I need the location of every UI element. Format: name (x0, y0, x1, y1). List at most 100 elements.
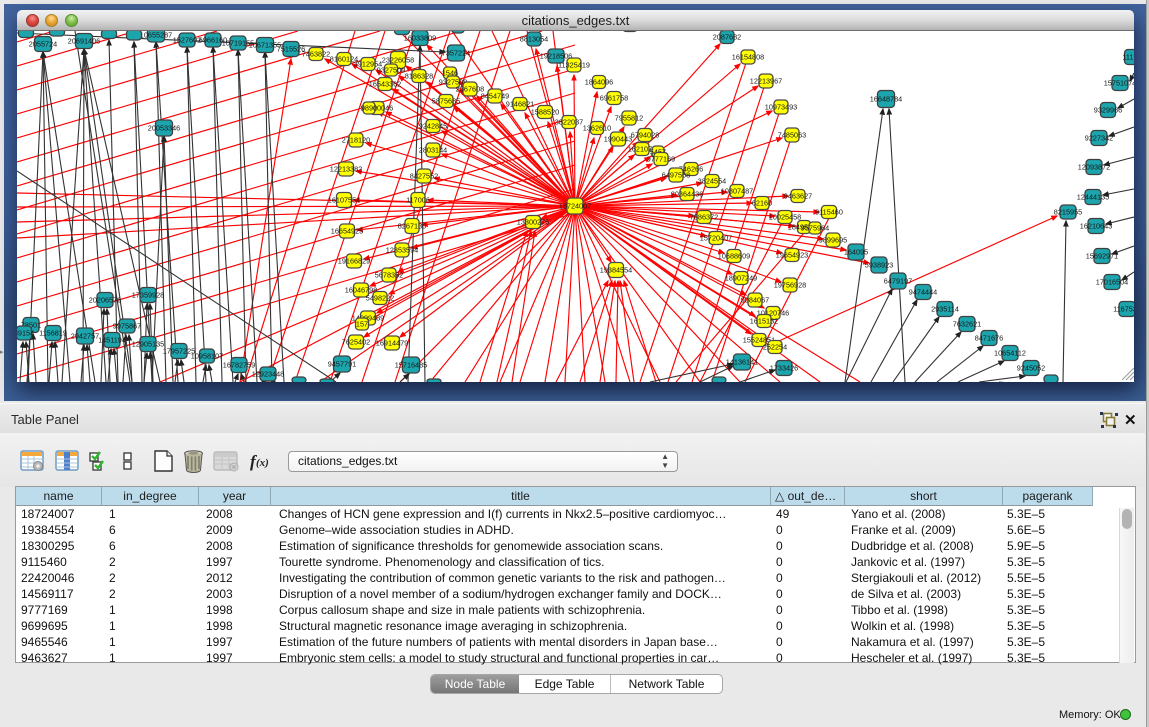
svg-text:1451194: 1451194 (98, 336, 126, 345)
svg-text:3824554: 3824554 (698, 177, 726, 186)
svg-text:13300275: 13300275 (517, 218, 549, 227)
svg-text:18907249: 18907249 (725, 274, 757, 283)
svg-text:164095: 164095 (844, 248, 868, 257)
svg-text:12213967: 12213967 (750, 77, 782, 86)
svg-text:20691406: 20691406 (68, 37, 100, 46)
svg-text:7632621: 7632621 (953, 320, 981, 329)
svg-text:7955812: 7955812 (615, 114, 643, 123)
svg-text:10688609: 10688609 (718, 252, 750, 261)
svg-text:2942757: 2942757 (71, 332, 99, 341)
svg-text:16107554: 16107554 (328, 196, 360, 205)
svg-text:6479197: 6479197 (884, 277, 912, 286)
svg-text:1527602: 1527602 (173, 36, 201, 45)
svg-text:6794028: 6794028 (631, 131, 659, 140)
svg-text:10807487: 10807487 (721, 187, 753, 196)
svg-text:12444135: 12444135 (1077, 193, 1109, 202)
svg-text:1362610: 1362610 (583, 124, 611, 133)
svg-text:10958107: 10958107 (191, 352, 223, 361)
svg-text:16210643: 16210643 (1080, 222, 1112, 231)
svg-text:9899695: 9899695 (819, 236, 847, 245)
svg-text:157: 157 (356, 320, 368, 329)
svg-text:16154808: 16154808 (732, 53, 764, 62)
svg-text:7357224: 7357224 (442, 49, 470, 58)
svg-text:1864096: 1864096 (585, 78, 613, 87)
svg-text:12353594: 12353594 (386, 246, 418, 255)
svg-text:6961758: 6961758 (600, 94, 628, 103)
svg-text:9327509: 9327509 (377, 66, 405, 75)
svg-text:1615132: 1615132 (750, 317, 778, 326)
svg-text:39154: 39154 (17, 329, 34, 338)
svg-text:15720407: 15720407 (700, 234, 732, 243)
svg-text:2718120: 2718120 (342, 136, 370, 145)
svg-text:9575964: 9575964 (801, 224, 829, 233)
svg-text:23226058: 23226058 (382, 56, 414, 65)
svg-text:12923448: 12923448 (252, 370, 284, 379)
svg-text:6497568: 6497568 (662, 171, 690, 180)
svg-text:7625402: 7625402 (342, 338, 370, 347)
svg-text:9975867: 9975867 (113, 322, 141, 331)
svg-text:15692971: 15692971 (1086, 252, 1118, 261)
svg-text:11172: 11172 (1122, 53, 1134, 62)
svg-text:16782759: 16782759 (223, 361, 255, 370)
svg-text:19384554: 19384554 (600, 266, 632, 275)
svg-text:1156819: 1156819 (39, 329, 67, 338)
svg-text:18724007: 18724007 (559, 202, 591, 211)
svg-text:5875685: 5875685 (432, 97, 460, 106)
svg-text:2803144: 2803144 (419, 146, 447, 155)
svg-text:15716485: 15716485 (395, 361, 427, 370)
svg-text:16033809: 16033809 (404, 34, 436, 43)
svg-text:14136141: 14136141 (726, 358, 758, 367)
svg-text:12213382: 12213382 (330, 165, 362, 174)
svg-text:7485063: 7485063 (778, 131, 806, 140)
svg-text:19166829: 19166829 (338, 257, 370, 266)
svg-text:8215955: 8215955 (1054, 208, 1082, 217)
svg-text:8427552: 8427552 (410, 172, 438, 181)
svg-text:1167531: 1167531 (1113, 305, 1134, 314)
svg-text:8813054: 8813054 (520, 35, 548, 44)
svg-text:10655287: 10655287 (140, 31, 172, 40)
svg-text:9329966: 9329966 (1094, 106, 1122, 115)
svg-text:16648784: 16648784 (870, 95, 902, 104)
svg-text:9245052: 9245052 (1017, 364, 1045, 373)
svg-text:17359928: 17359928 (132, 291, 164, 300)
svg-text:9084067: 9084067 (741, 296, 769, 305)
svg-text:9457791: 9457791 (328, 360, 356, 369)
svg-text:20053346: 20053346 (148, 124, 180, 133)
svg-text:9115460: 9115460 (815, 208, 843, 217)
svg-text:12093872: 12093872 (1078, 163, 1110, 172)
svg-text:62160: 62160 (752, 199, 772, 208)
svg-text:15751074: 15751074 (1104, 79, 1134, 88)
svg-text:20206576: 20206576 (89, 296, 121, 305)
svg-text:16914479: 16914479 (376, 339, 408, 348)
svg-text:17016504: 17016504 (1096, 278, 1128, 287)
svg-text:10973493: 10973493 (765, 103, 797, 112)
svg-text:2087682: 2087682 (713, 33, 741, 42)
svg-text:9890: 9890 (361, 104, 377, 113)
svg-text:16654925: 16654925 (331, 227, 363, 236)
svg-text:1990443: 1990443 (604, 135, 632, 144)
svg-text:(x): (x) (256, 457, 269, 469)
svg-text:9227342: 9227342 (1085, 134, 1113, 143)
svg-text:5498222: 5498222 (366, 294, 394, 303)
svg-text:5938923: 5938923 (865, 261, 893, 270)
svg-text:10654112: 10654112 (994, 349, 1026, 358)
svg-text:252254: 252254 (763, 343, 787, 352)
svg-text:9463627: 9463627 (784, 192, 812, 201)
svg-text:8471676: 8471676 (975, 334, 1003, 343)
svg-text:117006: 117006 (406, 196, 430, 205)
svg-text:9242845: 9242845 (419, 122, 447, 131)
svg-text:2055724: 2055724 (29, 40, 57, 49)
svg-text:8267130: 8267130 (398, 222, 426, 231)
svg-text:20364436: 20364436 (671, 190, 703, 199)
svg-text:16543362: 16543362 (369, 80, 401, 89)
svg-text:19756928: 19756928 (774, 281, 806, 290)
svg-text:2935114: 2935114 (931, 305, 959, 314)
svg-text:10025458: 10025458 (769, 213, 801, 222)
svg-text:5678352: 5678352 (375, 271, 403, 280)
svg-text:11325419: 11325419 (558, 61, 590, 70)
svg-text:19654923: 19654923 (776, 251, 808, 260)
svg-text:8186328: 8186328 (405, 72, 433, 81)
svg-text:7463822: 7463822 (302, 50, 330, 59)
svg-text:9777169: 9777169 (647, 155, 675, 164)
svg-text:12905135: 12905135 (132, 340, 164, 349)
